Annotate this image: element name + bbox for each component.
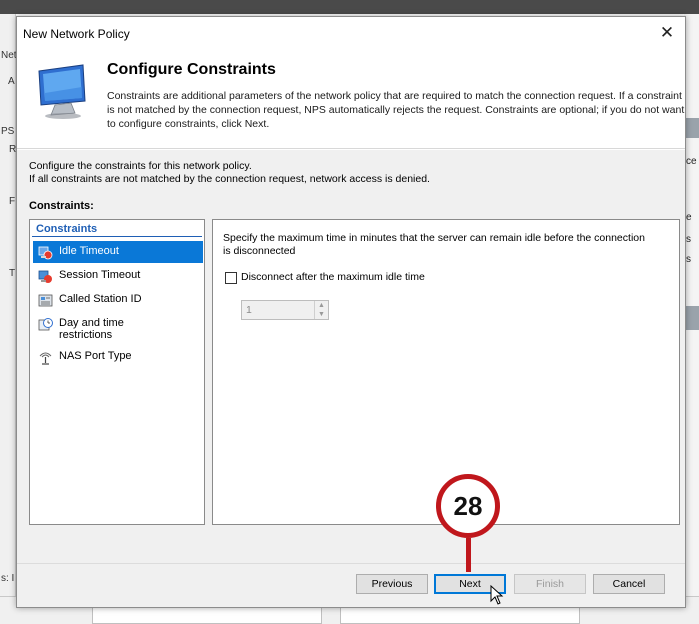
disconnect-idle-checkbox-label[interactable]: Disconnect after the maximum idle time <box>241 271 425 283</box>
wizard-body: Configure the constraints for this netwo… <box>17 150 685 607</box>
list-item-called-station-id[interactable]: Called Station ID <box>33 289 203 311</box>
clock-icon <box>38 318 53 331</box>
idle-minutes-value: 1 <box>246 304 252 316</box>
constraints-list-header: Constraints <box>36 223 98 235</box>
step-number-badge: 28 <box>436 474 500 538</box>
finish-button: Finish <box>514 574 586 594</box>
constraints-label: Constraints: <box>29 200 94 212</box>
background-text: F <box>9 196 16 207</box>
list-item-label: NAS Port Type <box>59 350 132 362</box>
antenna-icon <box>39 352 52 365</box>
list-item-nas-port-type[interactable]: NAS Port Type <box>33 346 203 368</box>
idle-timeout-icon <box>38 246 53 260</box>
session-timeout-icon <box>38 270 52 283</box>
step-pointer-line <box>466 538 471 572</box>
divider <box>17 563 685 564</box>
list-item-label: Idle Timeout <box>59 245 119 257</box>
background-text: A <box>8 76 15 87</box>
wizard-header: Configure Constraints Constraints are ad… <box>17 49 685 149</box>
background-text: PS <box>1 126 15 137</box>
background-text: ce <box>686 156 697 167</box>
intro-line: If all constraints are not matched by th… <box>29 173 430 185</box>
divider <box>32 236 202 237</box>
idle-minutes-spinner[interactable]: 1 ▲ ▼ <box>241 300 329 320</box>
constraints-list[interactable]: Constraints Idle Timeout Session Timeout <box>29 219 205 525</box>
list-item-label: Session Timeout <box>59 269 141 281</box>
disconnect-idle-checkbox[interactable] <box>225 272 237 284</box>
monitor-icon <box>38 64 86 119</box>
background-band <box>684 118 699 138</box>
background-band <box>684 306 699 330</box>
list-item-session-timeout[interactable]: Session Timeout <box>33 265 203 287</box>
background-text: e <box>686 212 692 223</box>
spinner-arrows-icon[interactable]: ▲ ▼ <box>314 301 328 319</box>
new-network-policy-dialog: New Network Policy ✕ Configure Constrain… <box>16 16 686 608</box>
panel-description: Specify the maximum time in minutes that… <box>223 232 645 257</box>
mouse-cursor-icon <box>490 585 504 605</box>
dialog-title: New Network Policy <box>23 27 130 41</box>
background-box <box>92 606 322 624</box>
list-item-day-and-time-restrictions[interactable]: Day and time restrictions <box>33 313 203 343</box>
cancel-button[interactable]: Cancel <box>593 574 665 594</box>
background-box <box>340 606 580 624</box>
background-text: s: I <box>1 573 15 584</box>
intro-text: Configure the constraints for this netwo… <box>29 160 430 186</box>
background-titlebar <box>0 0 699 14</box>
list-item-label: Day and time restrictions <box>59 317 124 341</box>
list-item-idle-timeout[interactable]: Idle Timeout <box>33 241 203 263</box>
close-icon[interactable]: ✕ <box>653 21 681 45</box>
background-text: T <box>9 268 16 279</box>
background-text: s <box>686 234 691 245</box>
list-item-label: Called Station ID <box>59 293 142 305</box>
page-title: Configure Constraints <box>107 61 276 78</box>
dialog-titlebar: New Network Policy ✕ <box>17 17 685 49</box>
previous-button[interactable]: Previous <box>356 574 428 594</box>
intro-line: Configure the constraints for this netwo… <box>29 160 252 172</box>
header-description: Constraints are additional parameters of… <box>107 90 685 130</box>
background-text: s <box>686 254 691 265</box>
called-station-icon <box>38 294 53 307</box>
background-left-pane <box>0 14 16 624</box>
constraint-settings-panel: Specify the maximum time in minutes that… <box>212 219 680 525</box>
